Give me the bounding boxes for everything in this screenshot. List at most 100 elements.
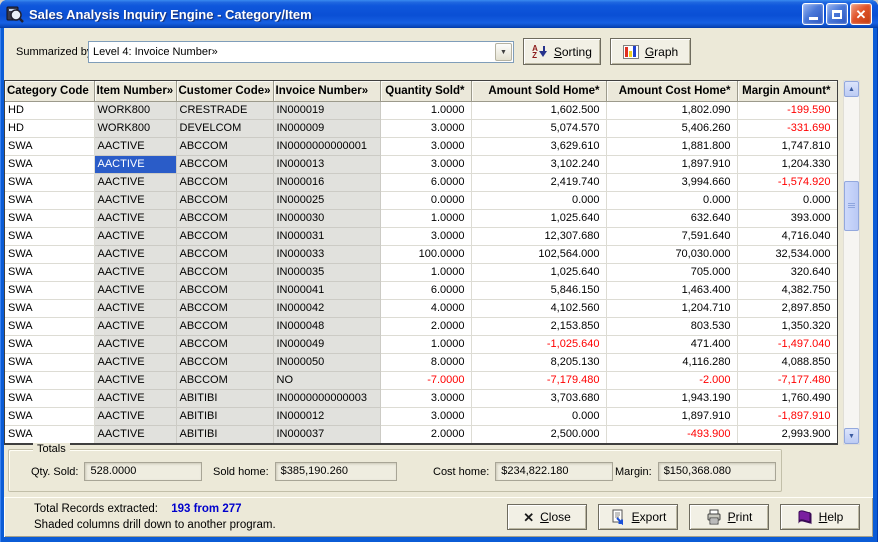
cell[interactable]: SWA [5,173,94,191]
cell[interactable]: IN000025 [273,191,380,209]
cell[interactable]: AACTIVE [94,263,176,281]
sorting-button[interactable]: AZ Sorting [523,38,601,65]
cell[interactable]: AACTIVE [94,335,176,353]
cell[interactable]: IN000042 [273,299,380,317]
cell[interactable]: 70,030.000 [606,245,737,263]
cell[interactable]: 1,025.640 [471,209,606,227]
cell[interactable]: 4.0000 [380,299,471,317]
column-header[interactable]: Customer Code» [176,81,273,101]
cell[interactable]: ABCCOM [176,299,273,317]
cell[interactable]: ABCCOM [176,191,273,209]
cell[interactable]: IN000035 [273,263,380,281]
cell[interactable]: 5,406.260 [606,119,737,137]
summarized-by-dropdown[interactable]: Level 4: Invoice Number» ▼ [88,41,514,63]
cell[interactable]: HD [5,101,94,119]
cell[interactable]: AACTIVE [94,281,176,299]
cell[interactable]: AACTIVE [94,389,176,407]
cell[interactable]: 3.0000 [380,227,471,245]
cell[interactable]: 100.0000 [380,245,471,263]
cell[interactable]: ABCCOM [176,209,273,227]
cell[interactable]: AACTIVE [94,173,176,191]
cell[interactable]: -1,497.040 [737,335,837,353]
cell[interactable]: IN0000000000003 [273,389,380,407]
cell[interactable]: 1,602.500 [471,101,606,119]
cell[interactable]: SWA [5,209,94,227]
cell[interactable]: 5,074.570 [471,119,606,137]
cell[interactable]: -1,574.920 [737,173,837,191]
cell[interactable]: ABITIBI [176,389,273,407]
cell[interactable]: 393.000 [737,209,837,227]
cell[interactable]: ABCCOM [176,137,273,155]
cell[interactable]: 3.0000 [380,155,471,173]
cell[interactable]: ABCCOM [176,173,273,191]
cell[interactable]: HD [5,119,94,137]
cell[interactable]: ABITIBI [176,425,273,443]
cell[interactable]: 1,760.490 [737,389,837,407]
column-header[interactable]: Invoice Number» [273,81,380,101]
cell[interactable]: 4,088.850 [737,353,837,371]
cell[interactable]: 1.0000 [380,263,471,281]
column-header[interactable]: Amount Cost Home* [606,81,737,101]
cell[interactable]: -7.0000 [380,371,471,389]
cell[interactable]: 1,463.400 [606,281,737,299]
cell[interactable]: IN000049 [273,335,380,353]
cell[interactable]: 2,500.000 [471,425,606,443]
cell[interactable]: AACTIVE [94,155,176,173]
cell[interactable]: 1,204.710 [606,299,737,317]
cell[interactable]: -7,179.480 [471,371,606,389]
column-header[interactable]: Margin Amount* [737,81,837,101]
cell[interactable]: -1,897.910 [737,407,837,425]
cell[interactable]: SWA [5,155,94,173]
cell[interactable]: 1.0000 [380,101,471,119]
cell[interactable]: 1,350.320 [737,317,837,335]
cell[interactable]: 1,897.910 [606,155,737,173]
cell[interactable]: 1,881.800 [606,137,737,155]
cell[interactable]: WORK800 [94,101,176,119]
cell[interactable]: 3.0000 [380,407,471,425]
vertical-scrollbar[interactable]: ▲ ▼ [843,80,860,445]
cell[interactable]: IN0000000000001 [273,137,380,155]
cell[interactable]: -199.590 [737,101,837,119]
cell[interactable]: 1,802.090 [606,101,737,119]
cell[interactable]: 3.0000 [380,119,471,137]
cell[interactable]: 803.530 [606,317,737,335]
cell[interactable]: 32,534.000 [737,245,837,263]
print-button[interactable]: Print [689,504,769,530]
cell[interactable]: 320.640 [737,263,837,281]
cell[interactable]: SWA [5,389,94,407]
cell[interactable]: 102,564.000 [471,245,606,263]
cell[interactable]: 3.0000 [380,389,471,407]
cell[interactable]: IN000031 [273,227,380,245]
cell[interactable]: 2,153.850 [471,317,606,335]
cell[interactable]: IN000037 [273,425,380,443]
cell[interactable]: IN000048 [273,317,380,335]
cell[interactable]: SWA [5,299,94,317]
cell[interactable]: SWA [5,191,94,209]
scroll-up-button[interactable]: ▲ [844,81,859,97]
column-header[interactable]: Amount Sold Home* [471,81,606,101]
cell[interactable]: SWA [5,371,94,389]
cell[interactable]: 0.000 [471,407,606,425]
cell[interactable]: 2.0000 [380,425,471,443]
cell[interactable]: ABCCOM [176,317,273,335]
cell[interactable]: 7,591.640 [606,227,737,245]
cell[interactable]: 5,846.150 [471,281,606,299]
close-window-button[interactable]: ✕ [850,3,872,25]
minimize-button[interactable] [802,3,824,25]
cell[interactable]: AACTIVE [94,425,176,443]
export-button[interactable]: Export [598,504,678,530]
cell[interactable]: IN000041 [273,281,380,299]
cell[interactable]: -1,025.640 [471,335,606,353]
cell[interactable]: 1,204.330 [737,155,837,173]
cell[interactable]: IN000016 [273,173,380,191]
cell[interactable]: 3.0000 [380,137,471,155]
cell[interactable]: 1.0000 [380,335,471,353]
cell[interactable]: 8.0000 [380,353,471,371]
cell[interactable]: 6.0000 [380,173,471,191]
cell[interactable]: AACTIVE [94,137,176,155]
cell[interactable]: 3,102.240 [471,155,606,173]
cell[interactable]: AACTIVE [94,299,176,317]
cell[interactable]: 1,897.910 [606,407,737,425]
cell[interactable]: 1,747.810 [737,137,837,155]
cell[interactable]: ABCCOM [176,245,273,263]
